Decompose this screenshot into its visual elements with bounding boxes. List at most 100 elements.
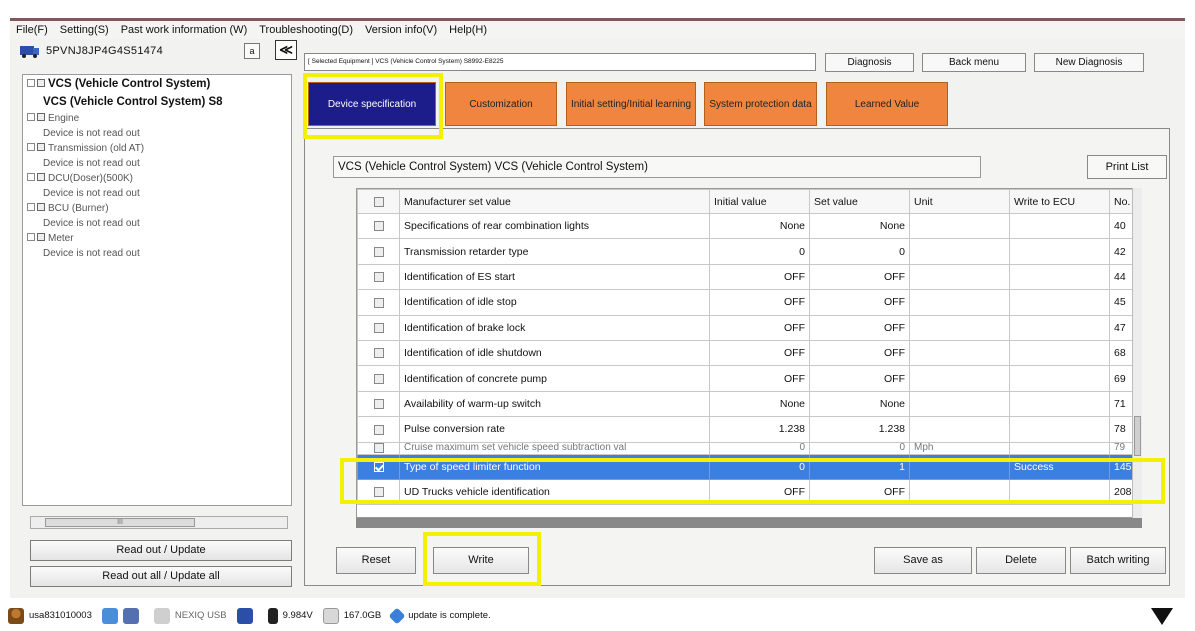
scroll-thumb[interactable] <box>1134 416 1141 456</box>
read-out-update-button[interactable]: Read out / Update <box>30 540 292 561</box>
table-row[interactable]: Specifications of rear combination light… <box>357 212 1134 240</box>
panel-title: VCS (Vehicle Control System) VCS (Vehicl… <box>333 156 981 178</box>
cell-set-value: None <box>809 390 910 418</box>
table-row[interactable]: Availability of warm-up switch None None 71 <box>357 390 1134 418</box>
collapse-icon[interactable] <box>27 203 35 212</box>
cell-initial-value: OFF <box>709 289 810 316</box>
checkbox-icon[interactable] <box>37 233 45 242</box>
dropdown-arrow-icon[interactable] <box>1151 608 1173 625</box>
cell-unit <box>909 416 1010 443</box>
cell-unit <box>909 263 1010 291</box>
table-row[interactable]: Transmission retarder type 0 0 42 <box>357 238 1134 265</box>
tab-label: Initial setting/Initial learning <box>570 98 692 110</box>
back-menu-button[interactable]: Back menu <box>922 53 1026 72</box>
column-header: Unit <box>909 189 1010 214</box>
status-adapter: NEXIQ USB <box>153 607 227 624</box>
collapse-icon[interactable] <box>27 113 35 122</box>
checkbox-icon[interactable] <box>373 246 384 257</box>
row-checkbox[interactable] <box>357 441 400 455</box>
checkbox-icon[interactable] <box>373 221 384 232</box>
new-diagnosis-button[interactable]: New Diagnosis <box>1034 53 1144 72</box>
tree-item-status: Device is not read out <box>23 246 291 261</box>
checkbox-icon[interactable] <box>37 113 45 122</box>
table-row[interactable]: Identification of brake lock OFF OFF 47 <box>357 314 1134 341</box>
tree-item-vcs-root[interactable]: VCS (Vehicle Control System) <box>23 75 291 93</box>
checkbox-icon[interactable] <box>373 373 384 384</box>
column-header: Write to ECU <box>1009 189 1110 214</box>
column-header: Initial value <box>709 189 810 214</box>
checkbox-icon[interactable] <box>37 203 45 212</box>
row-checkbox[interactable] <box>357 238 400 265</box>
checkbox-icon[interactable] <box>373 399 384 410</box>
cell-write-to-ecu <box>1009 390 1110 418</box>
collapse-icon[interactable] <box>27 78 35 87</box>
tree-item-dcu[interactable]: DCU(Doser)(500K) <box>23 171 291 186</box>
tree-item-label: Device is not read out <box>43 128 140 139</box>
menu-version-info[interactable]: Version info(V) <box>359 24 443 36</box>
scroll-thumb[interactable]: III <box>45 518 195 527</box>
row-checkbox[interactable] <box>357 339 400 367</box>
tab-learned-value[interactable]: Learned Value <box>826 82 948 126</box>
tree-item-label: Device is not read out <box>43 158 140 169</box>
tree-horizontal-scrollbar[interactable]: III <box>30 516 288 529</box>
checkbox-icon[interactable] <box>373 196 384 207</box>
checkbox-icon[interactable] <box>373 297 384 308</box>
checkbox-icon[interactable] <box>373 322 384 333</box>
tab-initial-setting[interactable]: Initial setting/Initial learning <box>566 82 696 126</box>
save-as-button[interactable]: Save as <box>874 547 972 574</box>
print-list-button[interactable]: Print List <box>1087 155 1167 179</box>
row-checkbox[interactable] <box>357 289 400 316</box>
cell-unit <box>909 365 1010 392</box>
row-checkbox[interactable] <box>357 365 400 392</box>
checkbox-icon[interactable] <box>37 173 45 182</box>
highlight-selected-row <box>340 458 1165 504</box>
tree-item-engine[interactable]: Engine <box>23 111 291 126</box>
table-row[interactable]: Identification of concrete pump OFF OFF 69 <box>357 365 1134 392</box>
delete-button[interactable]: Delete <box>976 547 1066 574</box>
tree-item-status: Device is not read out <box>23 186 291 201</box>
row-checkbox[interactable] <box>357 314 400 341</box>
collapse-icon[interactable] <box>27 173 35 182</box>
status-adapter-text: NEXIQ USB <box>174 610 227 621</box>
tab-customization[interactable]: Customization <box>445 82 557 126</box>
tree-item-vcs-child[interactable]: VCS (Vehicle Control System) S8 <box>23 93 291 111</box>
cell-write-to-ecu <box>1009 339 1110 367</box>
small-toggle-button[interactable]: a <box>244 43 260 59</box>
menu-help[interactable]: Help(H) <box>443 24 493 36</box>
table-row[interactable]: Identification of idle stop OFF OFF 45 <box>357 289 1134 316</box>
batch-writing-button[interactable]: Batch writing <box>1070 547 1166 574</box>
checkbox-icon[interactable] <box>373 348 384 359</box>
cell-write-to-ecu <box>1009 289 1110 316</box>
table-row[interactable]: Identification of idle shutdown OFF OFF 68 <box>357 339 1134 367</box>
vehicle-vin: 5PVNJ8JP4G4S51474 <box>46 45 164 57</box>
table-row[interactable]: Cruise maximum set vehicle speed subtrac… <box>357 441 1134 455</box>
cell-number: 45 <box>1109 289 1134 316</box>
row-checkbox[interactable] <box>357 263 400 291</box>
cell-set-value: None <box>809 212 910 240</box>
table-row[interactable]: Pulse conversion rate 1.238 1.238 78 <box>357 416 1134 443</box>
checkbox-icon[interactable] <box>373 424 384 435</box>
checkbox-icon[interactable] <box>37 78 45 87</box>
table-header-row: Manufacturer set value Initial value Set… <box>357 189 1134 214</box>
read-out-all-button[interactable]: Read out all / Update all <box>30 566 292 587</box>
tree-item-meter[interactable]: Meter <box>23 231 291 246</box>
collapse-panel-button[interactable]: ≪ <box>275 40 297 60</box>
collapse-icon[interactable] <box>27 233 35 242</box>
tab-system-protection[interactable]: System protection data <box>704 82 817 126</box>
network-icon <box>101 607 118 624</box>
cell-unit <box>909 390 1010 418</box>
cell-number: 47 <box>1109 314 1134 341</box>
table-row[interactable]: Identification of ES start OFF OFF 44 <box>357 263 1134 291</box>
diagnosis-button[interactable]: Diagnosis <box>825 53 914 72</box>
tree-item-bcu[interactable]: BCU (Burner) <box>23 201 291 216</box>
checkbox-icon[interactable] <box>37 143 45 152</box>
row-checkbox[interactable] <box>357 212 400 240</box>
tree-item-transmission[interactable]: Transmission (old AT) <box>23 141 291 156</box>
reset-button[interactable]: Reset <box>336 547 416 574</box>
collapse-icon[interactable] <box>27 143 35 152</box>
checkbox-icon[interactable] <box>373 443 384 453</box>
row-checkbox[interactable] <box>357 416 400 443</box>
header-checkbox[interactable] <box>357 189 400 214</box>
row-checkbox[interactable] <box>357 390 400 418</box>
checkbox-icon[interactable] <box>373 272 384 283</box>
